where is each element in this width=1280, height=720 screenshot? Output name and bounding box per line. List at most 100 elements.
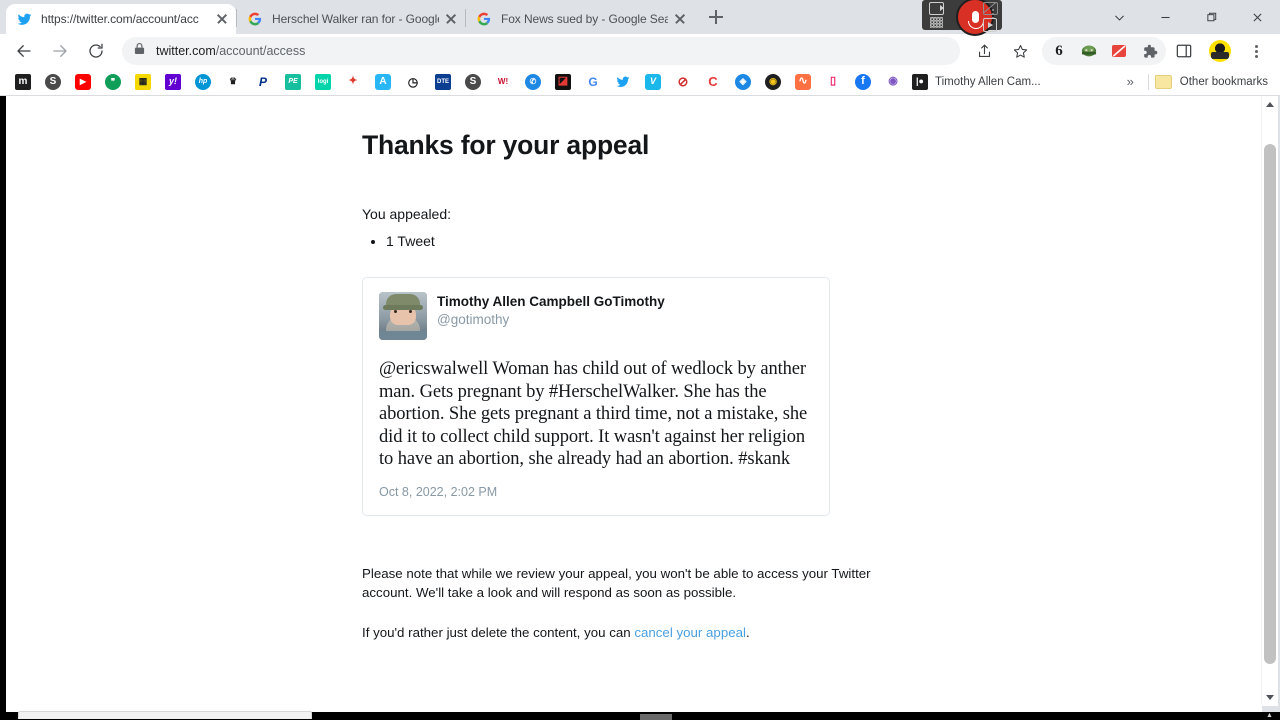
bookmark-item[interactable]: ▦	[128, 70, 158, 94]
taskbar-item-secondary[interactable]	[640, 714, 672, 720]
tab-herschel-walker-google[interactable]: Herschel Walker ran for - Google	[237, 4, 465, 34]
bookmark-favicon: f	[855, 73, 871, 90]
bookmark-favicon: ❞	[105, 73, 121, 90]
back-button[interactable]	[10, 37, 38, 65]
bookmark-item[interactable]: ✆	[518, 70, 548, 94]
bookmark-item[interactable]: ✦	[338, 70, 368, 94]
system-tray[interactable]: ▲	[1266, 712, 1274, 719]
bookmark-item[interactable]: PE	[278, 70, 308, 94]
close-button[interactable]	[1234, 0, 1280, 34]
bookmark-item[interactable]: ▯	[818, 70, 848, 94]
keypad-icon[interactable]	[929, 17, 943, 28]
bookmark-patreon-timothy[interactable]: |● Timothy Allen Cam...	[908, 70, 1047, 94]
bookmarks-overflow-button[interactable]: »	[1119, 74, 1142, 89]
tweet-display-name: Timothy Allen Campbell GoTimothy	[437, 294, 665, 309]
forward-button[interactable]	[46, 37, 74, 65]
toolbar-right-group: 6	[966, 37, 1274, 65]
page-left-edge	[0, 96, 6, 712]
address-bar[interactable]: twitter.com/account/access	[122, 37, 960, 65]
bookmark-favicon: ◉	[765, 73, 781, 90]
google-g-icon	[476, 11, 492, 27]
play-icon[interactable]	[983, 18, 997, 32]
bookmark-item[interactable]: ⊘	[668, 70, 698, 94]
new-tab-button[interactable]	[702, 3, 730, 31]
minimize-button[interactable]	[1142, 0, 1188, 34]
bookmark-label: Timothy Allen Cam...	[935, 75, 1041, 88]
scroll-up-button[interactable]	[1262, 96, 1278, 113]
share-icon[interactable]	[970, 37, 998, 65]
red-block-extension-icon[interactable]	[1107, 39, 1131, 63]
url-path-text: /account/access	[215, 44, 306, 58]
tab-fox-news-google[interactable]: Fox News sued by - Google Searc	[466, 4, 694, 34]
bookmark-favicon: S	[465, 73, 481, 90]
close-icon[interactable]	[672, 11, 688, 27]
bookmark-favicon: ◈	[735, 73, 751, 90]
bookmark-item[interactable]: y!	[158, 70, 188, 94]
bookmark-item[interactable]: ∿	[788, 70, 818, 94]
bookmark-favicon: PE	[285, 73, 301, 90]
cancel-appeal-link[interactable]: cancel your appeal	[634, 625, 746, 640]
bookmark-favicon: m	[15, 73, 31, 90]
avatar	[1209, 40, 1231, 62]
bookmark-item[interactable]	[608, 70, 638, 94]
bookmark-favicon: ◉	[885, 73, 901, 90]
bookmark-item[interactable]: ◪	[548, 70, 578, 94]
bookmark-item[interactable]: P	[248, 70, 278, 94]
close-icon[interactable]	[443, 11, 459, 27]
bookmark-item[interactable]: m	[8, 70, 38, 94]
bookmark-item[interactable]: DTE	[428, 70, 458, 94]
puzzle-extensions-icon[interactable]	[1137, 39, 1161, 63]
bookmark-item[interactable]: W!	[488, 70, 518, 94]
maximize-button[interactable]	[1188, 0, 1234, 34]
star-icon[interactable]	[1006, 37, 1034, 65]
screen-recorder-widget[interactable]	[922, 0, 1002, 36]
bookmark-item[interactable]: f	[848, 70, 878, 94]
bookmark-item[interactable]: ◉	[758, 70, 788, 94]
camera-off-icon[interactable]	[983, 2, 998, 15]
green-helmet-extension-icon[interactable]	[1077, 39, 1101, 63]
bookmark-item[interactable]: S	[458, 70, 488, 94]
screen: https://twitter.com/account/acc Herschel…	[0, 0, 1280, 720]
bookmark-item[interactable]: ▶	[68, 70, 98, 94]
bookmark-item[interactable]: C	[698, 70, 728, 94]
google-g-icon	[247, 11, 263, 27]
side-panel-icon[interactable]	[1170, 37, 1198, 65]
page-body: Thanks for your appeal You appealed: 1 T…	[6, 96, 1246, 706]
vertical-scrollbar[interactable]	[1261, 96, 1278, 706]
profile-avatar[interactable]	[1206, 37, 1234, 65]
appealed-label: You appealed:	[362, 206, 452, 222]
appeal-content: Thanks for your appeal You appealed: 1 T…	[362, 96, 882, 642]
grammarly-extension-icon[interactable]: 6	[1047, 39, 1071, 63]
bookmark-item[interactable]: A	[368, 70, 398, 94]
bookmark-item[interactable]: V	[638, 70, 668, 94]
bookmark-item[interactable]: hp	[188, 70, 218, 94]
recorder-left-controls	[925, 2, 947, 28]
tab-twitter-account-access[interactable]: https://twitter.com/account/acc	[6, 4, 236, 34]
bookmark-favicon: V	[645, 73, 661, 90]
bookmark-item[interactable]: S	[38, 70, 68, 94]
bookmark-favicon: S	[45, 73, 61, 90]
bookmark-item[interactable]: ♛	[218, 70, 248, 94]
bookmark-favicon: W!	[495, 73, 511, 90]
appealed-items-list: 1 Tweet	[362, 230, 882, 252]
bookmark-item[interactable]: ❞	[98, 70, 128, 94]
close-icon[interactable]	[214, 11, 230, 27]
bookmark-item[interactable]: G	[578, 70, 608, 94]
three-dot-menu-icon[interactable]	[1242, 37, 1270, 65]
bookmark-item[interactable]: ◈	[728, 70, 758, 94]
extensions-pill: 6	[1042, 37, 1166, 65]
bookmarks-bar: m S ▶ ❞ ▦ y! hp ♛ P PE logi ✦ A ◷ DTE S …	[0, 68, 1280, 96]
screen-capture-icon[interactable]	[928, 2, 944, 15]
scrollbar-thumb[interactable]	[1264, 144, 1276, 664]
tab-search-button[interactable]	[1096, 0, 1142, 34]
bookmark-favicon: ✆	[525, 73, 541, 90]
scroll-down-button[interactable]	[1262, 689, 1278, 706]
bookmark-favicon: ▯	[825, 73, 841, 90]
reload-button[interactable]	[82, 37, 110, 65]
other-bookmarks-button[interactable]: Other bookmarks	[1154, 74, 1272, 89]
bookmark-item[interactable]: ◉	[878, 70, 908, 94]
bookmark-item[interactable]: logi	[308, 70, 338, 94]
tweet-timestamp: Oct 8, 2022, 2:02 PM	[379, 484, 498, 499]
bookmark-item[interactable]: ◷	[398, 70, 428, 94]
taskbar-window-item[interactable]	[18, 711, 312, 719]
